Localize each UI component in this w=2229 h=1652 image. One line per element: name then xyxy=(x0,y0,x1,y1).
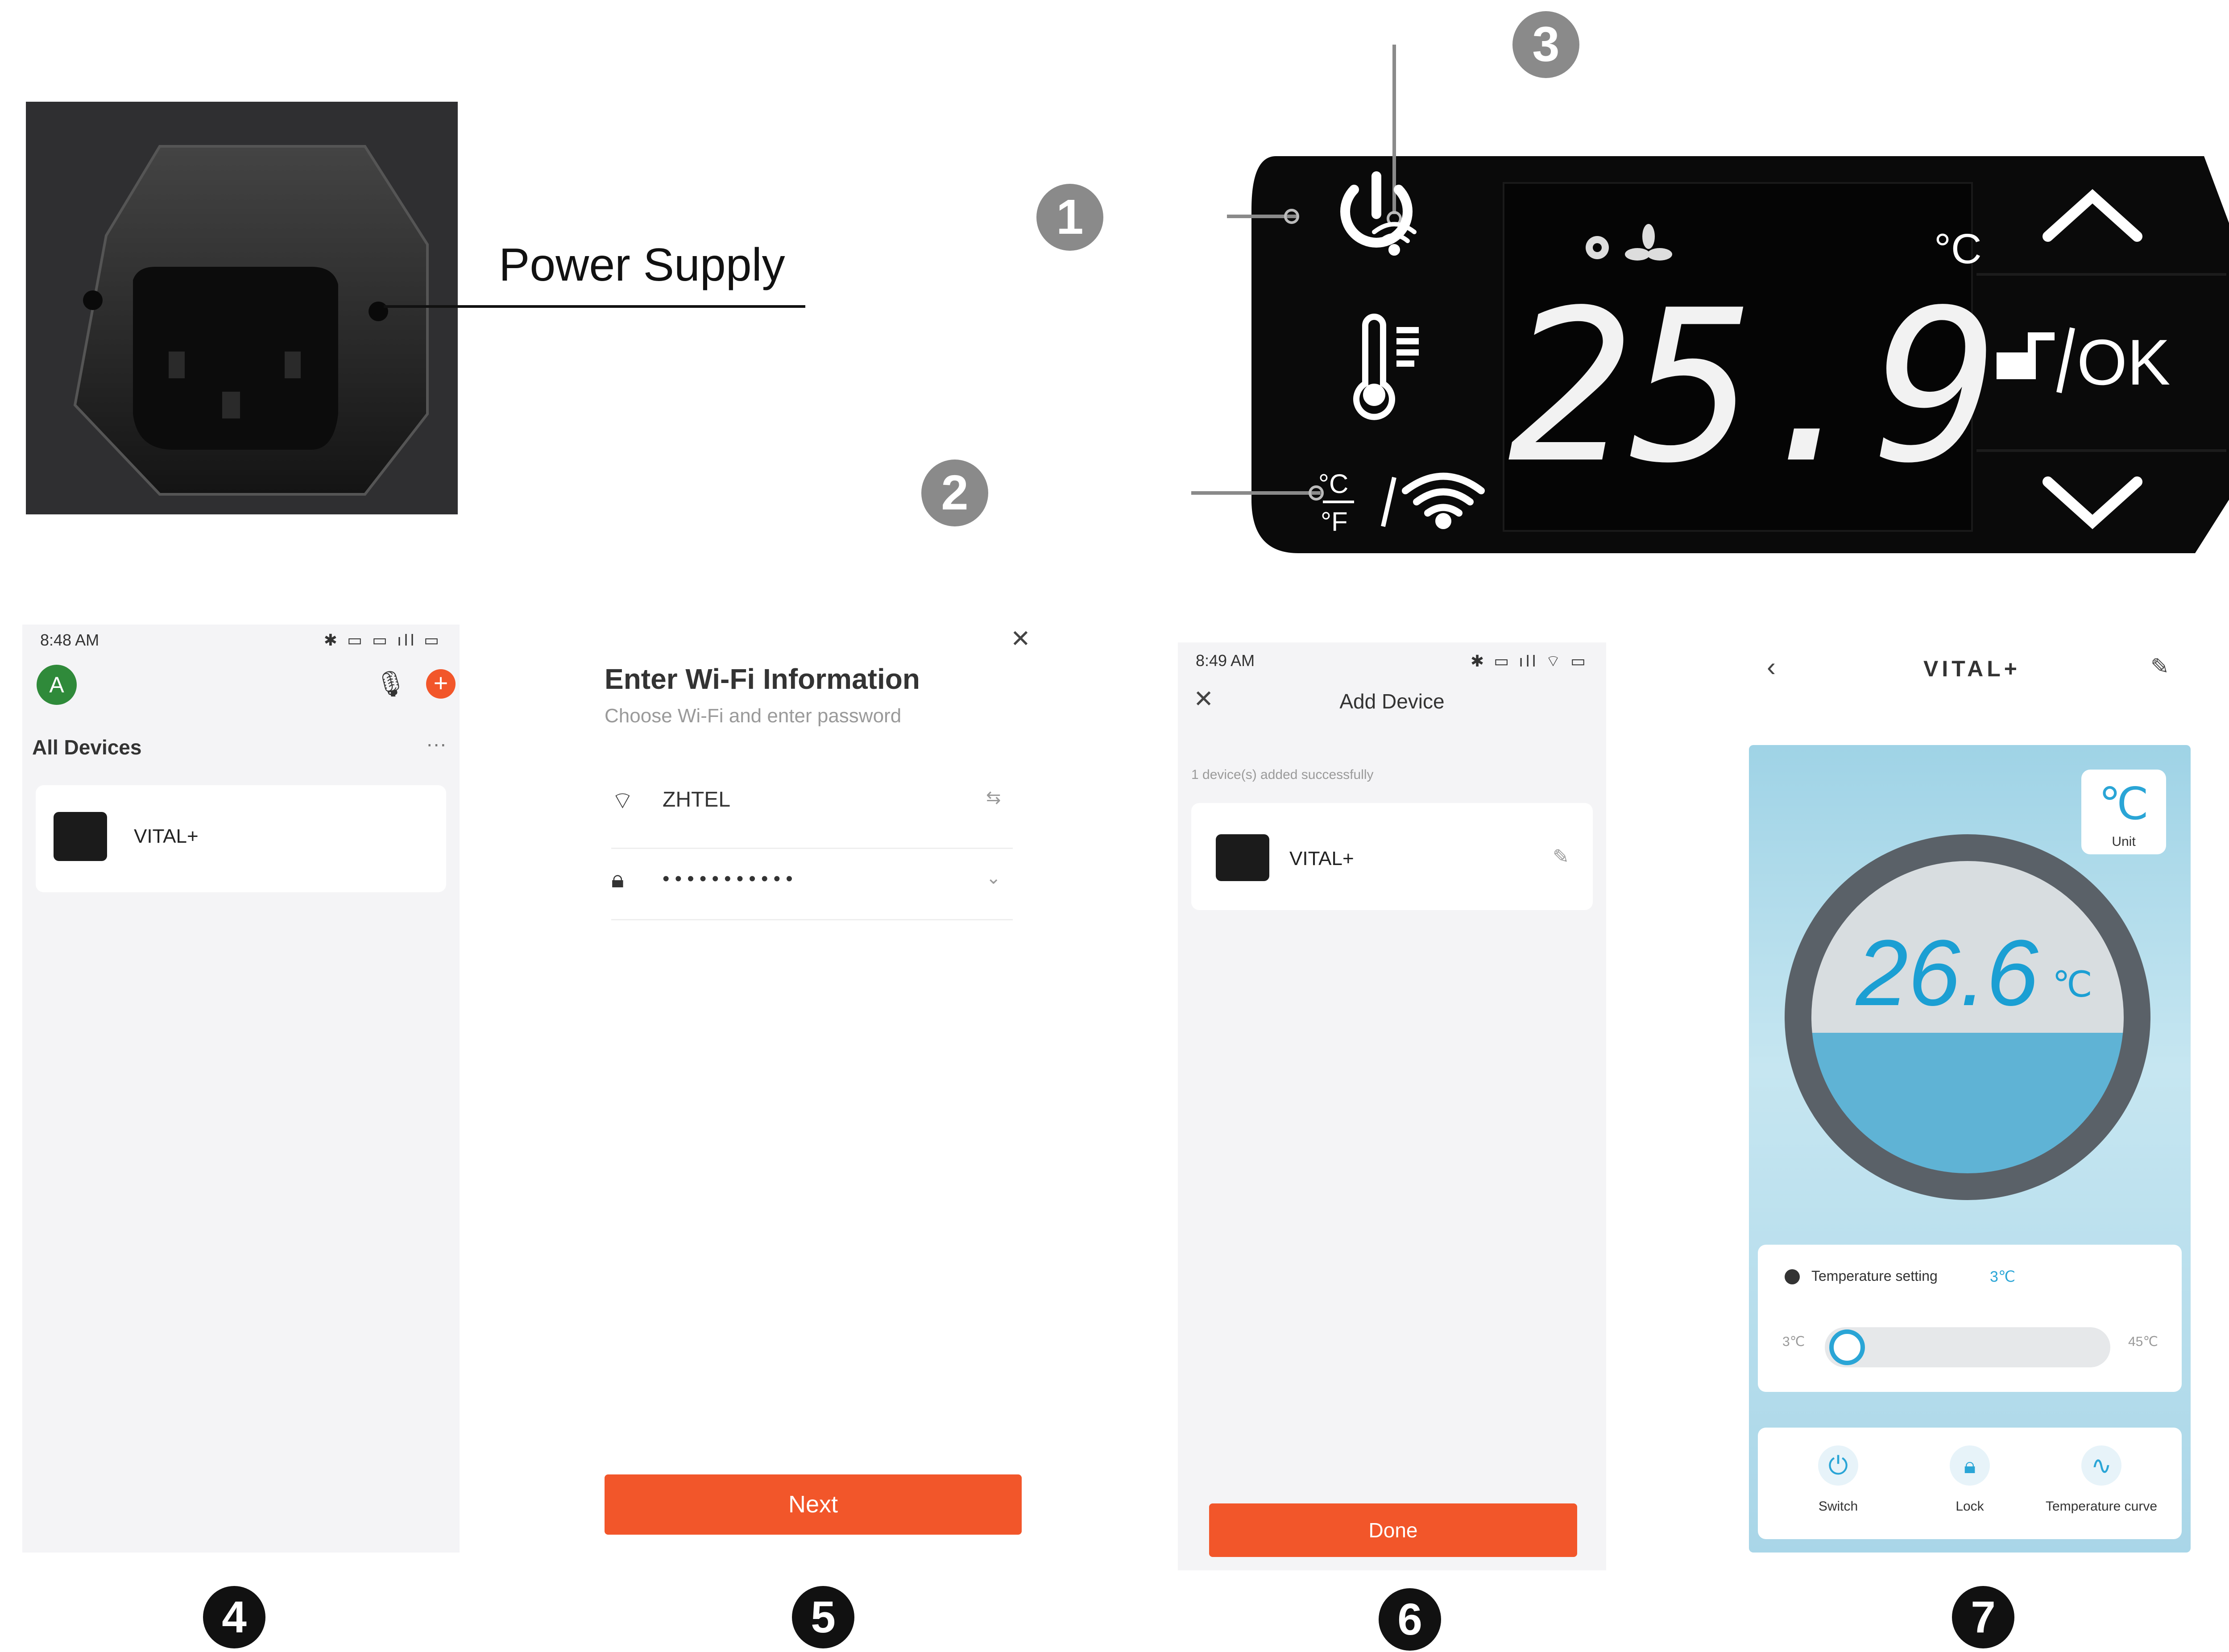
device-thumbnail xyxy=(54,812,107,861)
power-supply-photo xyxy=(26,102,458,514)
power-socket-illustration xyxy=(26,102,458,514)
slider-thumb[interactable] xyxy=(1829,1329,1865,1365)
temperature-slider[interactable] xyxy=(1825,1327,2110,1367)
control-panel-background: ℃ Unit 26.6 ℃ Temperature setting 3℃ 3℃ … xyxy=(1749,745,2191,1553)
temperature-curve-label: Temperature curve xyxy=(2045,1499,2158,1514)
step-number-4: 4 xyxy=(203,1586,265,1648)
unit-toggle-celsius[interactable]: °C xyxy=(1318,469,1348,499)
callout-2: 2 xyxy=(921,460,988,526)
unit-symbol: ℃ xyxy=(2098,779,2149,829)
screen-wifi-info: ✕ Enter Wi-Fi Information Choose Wi-Fi a… xyxy=(571,616,1062,1553)
switch-network-icon[interactable]: ⇆ xyxy=(986,787,1001,808)
device-name: VITAL+ xyxy=(1289,848,1354,869)
temperature-value: 26.6 xyxy=(1856,920,2038,1025)
status-icons: ✱ ▭ ▭ ıll ▭ xyxy=(323,631,442,649)
wifi-name-field[interactable]: ZHTEL xyxy=(663,787,730,812)
temperature-setting-label: Temperature setting xyxy=(1811,1268,1938,1284)
settings-icon xyxy=(1785,1269,1800,1284)
status-time: 8:49 AM xyxy=(1196,651,1255,670)
next-button[interactable]: Next xyxy=(605,1474,1022,1535)
temperature-dial: 26.6 ℃ xyxy=(1785,834,2150,1200)
control-buttons-card: ⏻ Switch 🔒︎ Lock ∿ Temperature curve xyxy=(1758,1428,2182,1539)
screen-add-device: 8:49 AM ✱ ▭ ıll ⌔ ▭ ✕ Add Device 1 devic… xyxy=(1178,642,1606,1570)
step-number-6: 6 xyxy=(1379,1588,1441,1651)
switch-button[interactable]: ⏻ Switch xyxy=(1798,1445,1878,1514)
compressor-status-icon xyxy=(1586,236,1609,259)
avatar[interactable]: A xyxy=(37,665,77,705)
unit-button[interactable]: ℃ Unit xyxy=(2081,770,2166,854)
power-supply-leader-line xyxy=(384,305,805,308)
temperature-setting-value: 3℃ xyxy=(1990,1268,2016,1285)
edit-icon[interactable]: ✎ xyxy=(2150,654,2169,679)
page-title: Enter Wi-Fi Information xyxy=(605,663,920,695)
more-options-icon[interactable]: ··· xyxy=(426,732,447,756)
range-min-label: 3℃ xyxy=(1782,1334,1805,1349)
device-name: VITAL+ xyxy=(134,825,199,847)
unit-toggle-fahrenheit[interactable]: °F xyxy=(1321,507,1348,537)
temperature-unit: ℃ xyxy=(2052,965,2092,1004)
status-icons: ✱ ▭ ıll ⌔ ▭ xyxy=(1470,652,1588,670)
add-device-icon[interactable]: + xyxy=(426,669,456,699)
status-time: 8:48 AM xyxy=(40,631,99,649)
success-message: 1 device(s) added successfully xyxy=(1191,767,1374,782)
microphone-icon[interactable]: 🎙︎ xyxy=(375,669,406,699)
step-number-5: 5 xyxy=(792,1586,854,1648)
screen-device-control: ‹ VITAL+ ✎ ℃ Unit 26.6 ℃ Temperature set… xyxy=(1740,625,2204,1561)
password-field[interactable]: • • • • • • • • • • • xyxy=(663,868,793,890)
lock-icon: 🔒︎ xyxy=(611,866,624,893)
device-card[interactable]: VITAL+ ✎ xyxy=(1191,803,1593,910)
unit-label: Unit xyxy=(2112,834,2136,849)
divider xyxy=(611,848,1013,849)
dial-inner: 26.6 ℃ xyxy=(1811,861,2124,1173)
device-thumbnail xyxy=(1216,834,1269,881)
page-title: VITAL+ xyxy=(1923,656,2021,681)
wifi-icon: ⌔ xyxy=(611,787,634,814)
callout-1: 1 xyxy=(1036,184,1103,251)
divider xyxy=(611,919,1013,920)
temperature-setting-card: Temperature setting 3℃ 3℃ 45℃ xyxy=(1758,1245,2182,1392)
lock-icon: 🔒︎ xyxy=(1950,1445,1990,1486)
done-button[interactable]: Done xyxy=(1209,1503,1577,1557)
power-icon: ⏻ xyxy=(1818,1445,1858,1486)
step-number-7: 7 xyxy=(1952,1586,2014,1648)
page-title: Add Device xyxy=(1339,690,1445,713)
edit-icon[interactable]: ✎ xyxy=(1553,845,1569,868)
section-title: All Devices xyxy=(32,736,142,759)
switch-label: Switch xyxy=(1818,1499,1858,1514)
controller-panel: °C °F °C 25.9 OK xyxy=(1191,45,2229,553)
power-supply-label: Power Supply xyxy=(499,239,785,291)
temperature-curve-button[interactable]: ∿ Temperature curve xyxy=(2030,1445,2173,1514)
ok-button-label[interactable]: OK xyxy=(2077,326,2171,398)
lock-button[interactable]: 🔒︎ Lock xyxy=(1930,1445,2010,1514)
close-icon[interactable]: ✕ xyxy=(1011,625,1031,653)
callout-3: 3 xyxy=(1512,11,1579,78)
lock-label: Lock xyxy=(1956,1499,1984,1514)
device-card[interactable]: VITAL+ xyxy=(36,785,446,892)
range-max-label: 45℃ xyxy=(2128,1334,2159,1349)
screen-all-devices: 8:48 AM ✱ ▭ ▭ ıll ▭ A 🎙︎ + All Devices ·… xyxy=(22,625,460,1553)
display-temperature-value: 25.9 xyxy=(1508,265,1995,509)
show-password-icon[interactable]: ⌄ xyxy=(986,868,1001,888)
page-subtitle: Choose Wi-Fi and enter password xyxy=(605,705,902,727)
pulse-icon: ∿ xyxy=(2081,1445,2121,1486)
